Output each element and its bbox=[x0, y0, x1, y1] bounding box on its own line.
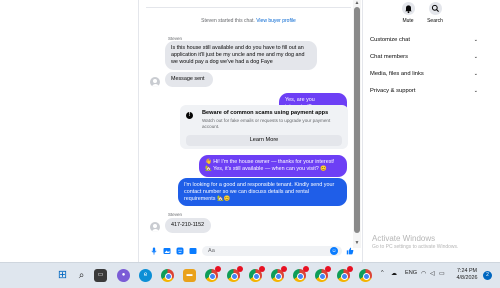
notification-badge bbox=[281, 266, 287, 272]
search-button[interactable]: Search bbox=[423, 2, 447, 24]
customize-chat-row[interactable]: Customize chat ⌄ bbox=[370, 34, 478, 46]
chat-header bbox=[146, 0, 351, 8]
sticker-icon[interactable] bbox=[176, 247, 184, 255]
message-input-placeholder: Aa bbox=[208, 248, 215, 254]
clock-date: 4/8/2026 bbox=[456, 275, 478, 281]
privacy-support-row[interactable]: Privacy & support ⌄ bbox=[370, 85, 478, 97]
bell-icon bbox=[401, 2, 415, 15]
edge-icon[interactable]: e bbox=[139, 269, 152, 282]
emoji-icon[interactable]: ☺ bbox=[330, 247, 338, 255]
clock-time: 7:24 PM bbox=[456, 268, 478, 274]
system-message-text: Steven started this chat. bbox=[201, 18, 255, 24]
microphone-icon[interactable] bbox=[150, 247, 158, 255]
chrome-icon[interactable] bbox=[293, 266, 309, 282]
scam-warning-card: ! Beware of common scams using payment a… bbox=[180, 105, 348, 149]
system-message: Steven started this chat. View buyer pro… bbox=[146, 18, 351, 24]
warning-body: Watch out for fake emails or requests to… bbox=[202, 118, 331, 129]
notification-center-icon[interactable]: 2 bbox=[483, 271, 492, 280]
chevron-down-icon: ⌄ bbox=[473, 88, 478, 94]
sender-name: Steven bbox=[168, 212, 183, 217]
wifi-icon[interactable]: ◠ bbox=[421, 270, 426, 277]
activate-windows-watermark: Activate Windows Go to PC settings to ac… bbox=[372, 234, 458, 250]
language-indicator[interactable]: ENG bbox=[405, 270, 417, 276]
chrome-icon[interactable] bbox=[161, 269, 174, 282]
chrome-icon[interactable] bbox=[315, 266, 331, 282]
notification-badge bbox=[215, 266, 221, 272]
message-bubble-outgoing[interactable]: I'm looking for a good and responsible t… bbox=[178, 178, 347, 206]
notification-badge bbox=[237, 266, 243, 272]
sender-avatar[interactable] bbox=[150, 77, 160, 87]
message-bubble-incoming[interactable]: Message sent bbox=[165, 72, 213, 87]
chrome-icon[interactable] bbox=[227, 266, 243, 282]
chrome-icon[interactable] bbox=[359, 269, 372, 282]
notification-badge bbox=[347, 266, 353, 272]
watermark-title: Activate Windows bbox=[372, 234, 436, 243]
section-label: Media, files and links bbox=[370, 71, 424, 77]
notification-badge bbox=[303, 266, 309, 272]
system-clock[interactable]: 7:24 PM 4/8/2026 bbox=[452, 268, 482, 282]
windows-start-icon[interactable]: ⊞ bbox=[56, 269, 69, 282]
watermark-subtitle: Go to PC settings to activate Windows. bbox=[372, 244, 459, 250]
notification-badge bbox=[325, 266, 331, 272]
search-icon[interactable]: ⌕ bbox=[75, 269, 88, 282]
volume-icon[interactable]: ◁ bbox=[430, 270, 435, 277]
message-input[interactable]: Aa ☺ bbox=[202, 246, 342, 256]
gif-icon[interactable] bbox=[189, 247, 197, 255]
section-label: Chat members bbox=[370, 54, 409, 60]
like-icon[interactable] bbox=[346, 247, 354, 255]
mute-button[interactable]: Mute bbox=[396, 2, 420, 24]
chat-members-row[interactable]: Chat members ⌄ bbox=[370, 51, 478, 63]
chrome-icon[interactable] bbox=[337, 266, 353, 282]
battery-icon[interactable]: ▭ bbox=[439, 270, 445, 277]
message-composer: Aa ☺ bbox=[146, 244, 361, 260]
scrollbar-thumb[interactable] bbox=[354, 7, 360, 233]
chrome-icon[interactable] bbox=[271, 266, 287, 282]
chat-scrollbar[interactable]: ▲ ▼ bbox=[353, 0, 361, 248]
cloud-icon[interactable]: ☁ bbox=[391, 270, 397, 277]
windows-taskbar: ⊞ ⌕ ▭ ● e ▬ ^ ☁ ENG ◠ ◁ ▭ 7:24 PM 4/8/20… bbox=[0, 262, 500, 288]
message-line: 🏡 Yes, it's still available — when can y… bbox=[205, 166, 328, 172]
view-buyer-profile-link[interactable]: View buyer profile bbox=[256, 18, 296, 24]
shield-alert-icon: ! bbox=[186, 112, 193, 119]
left-panel bbox=[0, 0, 138, 262]
media-files-links-row[interactable]: Media, files and links ⌄ bbox=[370, 68, 478, 80]
search-label: Search bbox=[427, 18, 443, 24]
search-icon bbox=[428, 2, 442, 15]
chevron-down-icon: ⌄ bbox=[473, 37, 478, 43]
sender-avatar[interactable] bbox=[150, 222, 160, 232]
scroll-up-icon[interactable]: ▲ bbox=[354, 0, 360, 6]
task-view-icon[interactable]: ▭ bbox=[94, 269, 107, 282]
notification-badge bbox=[259, 266, 265, 272]
chrome-icon[interactable] bbox=[205, 266, 221, 282]
message-bubble-outgoing[interactable]: 👋 Hi! I'm the house owner — thanks for y… bbox=[199, 155, 347, 177]
section-label: Privacy & support bbox=[370, 88, 416, 94]
message-bubble-incoming[interactable]: 417-210-1152 bbox=[165, 218, 211, 233]
message-bubble-incoming[interactable]: Is this house still available and do you… bbox=[165, 41, 317, 70]
warning-title: Beware of common scams using payment app… bbox=[202, 110, 329, 116]
mute-label: Mute bbox=[402, 18, 414, 24]
section-label: Customize chat bbox=[370, 37, 410, 43]
chevron-down-icon: ⌄ bbox=[473, 71, 478, 77]
chevron-down-icon: ⌄ bbox=[473, 54, 478, 60]
image-icon[interactable] bbox=[163, 247, 171, 255]
message-line: 👋 Hi! I'm the house owner — thanks for y… bbox=[205, 159, 335, 165]
chrome-icon[interactable] bbox=[249, 266, 265, 282]
folder-icon[interactable]: ▬ bbox=[183, 269, 196, 282]
chat-icon[interactable]: ● bbox=[117, 269, 130, 282]
learn-more-button[interactable]: Learn More bbox=[186, 135, 342, 146]
chevron-up-icon[interactable]: ^ bbox=[381, 270, 384, 276]
